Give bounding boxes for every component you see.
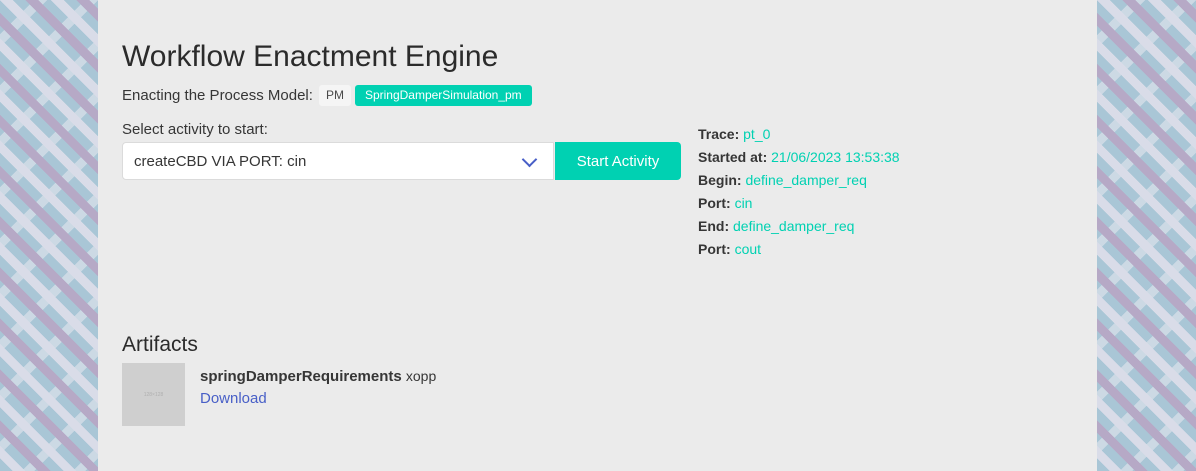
trace-value: pt_0 [743, 126, 771, 142]
process-model-label: Enacting the Process Model: [122, 86, 313, 104]
end-port-key: Port: [698, 241, 731, 257]
download-link[interactable]: Download [200, 390, 267, 407]
start-activity-button[interactable]: Start Activity [555, 142, 681, 180]
main-content: Workflow Enactment Engine Enacting the P… [98, 0, 1097, 471]
trace-row: Trace: pt_0 [698, 123, 900, 146]
artifacts-heading: Artifacts [122, 333, 198, 356]
begin-port-key: Port: [698, 195, 731, 211]
activity-select[interactable]: createCBD VIA PORT: cin [122, 142, 554, 180]
artifact-type: xopp [405, 368, 437, 384]
started-at-value: 21/06/2023 13:53:38 [771, 149, 900, 165]
process-model-info: Enacting the Process Model: PM SpringDam… [122, 84, 532, 106]
begin-row: Begin: define_damper_req [698, 169, 900, 192]
begin-port-value: cin [734, 195, 753, 211]
artifact-name: springDamperRequirements [200, 368, 402, 385]
artifact-title: springDamperRequirements xopp [200, 368, 436, 385]
end-port-row: Port: cout [698, 238, 900, 261]
started-at-row: Started at: 21/06/2023 13:53:38 [698, 146, 900, 169]
page-title: Workflow Enactment Engine [122, 40, 499, 73]
started-at-key: Started at: [698, 149, 768, 165]
decorative-background-right [1097, 0, 1196, 471]
end-key: End: [698, 218, 730, 234]
chevron-down-icon [521, 151, 538, 167]
activity-select-label: Select activity to start: [122, 121, 268, 138]
end-port-value: cout [734, 241, 762, 257]
begin-value: define_damper_req [745, 172, 867, 188]
begin-port-row: Port: cin [698, 192, 900, 215]
end-row: End: define_damper_req [698, 215, 900, 238]
thumbnail-placeholder-text: 128×128 [143, 391, 164, 398]
begin-key: Begin: [698, 172, 742, 188]
model-name-tag: SpringDamperSimulation_pm [354, 84, 532, 106]
trace-info: Trace: pt_0 Started at: 21/06/2023 13:53… [698, 123, 900, 261]
pm-tag: PM [318, 84, 351, 106]
end-value: define_damper_req [733, 218, 855, 234]
artifact-thumbnail: 128×128 [122, 363, 185, 426]
trace-key: Trace: [698, 126, 740, 142]
activity-select-value: createCBD VIA PORT: cin [134, 152, 307, 170]
decorative-background-left [0, 0, 98, 471]
